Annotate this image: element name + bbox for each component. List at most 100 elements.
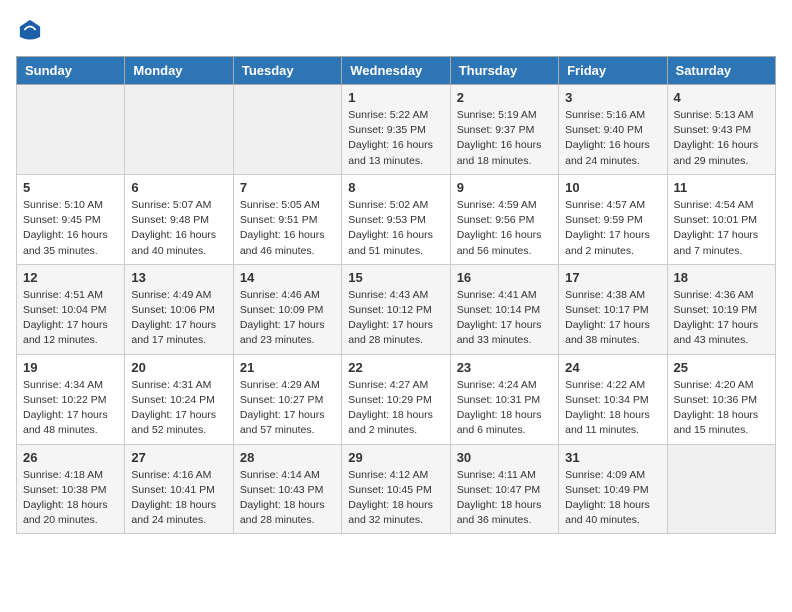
calendar-cell: 23 Sunrise: 4:24 AMSunset: 10:31 PMDaylig… bbox=[450, 354, 558, 444]
day-number: 31 bbox=[565, 450, 660, 465]
calendar-cell bbox=[233, 85, 341, 175]
day-number: 19 bbox=[23, 360, 118, 375]
day-info: Sunrise: 5:02 AMSunset: 9:53 PMDaylight:… bbox=[348, 198, 443, 259]
day-number: 14 bbox=[240, 270, 335, 285]
calendar-cell bbox=[667, 444, 775, 534]
day-info: Sunrise: 4:29 AMSunset: 10:27 PMDaylight… bbox=[240, 378, 335, 439]
day-number: 1 bbox=[348, 90, 443, 105]
day-info: Sunrise: 4:09 AMSunset: 10:49 PMDaylight… bbox=[565, 468, 660, 529]
calendar-cell: 8 Sunrise: 5:02 AMSunset: 9:53 PMDaylight… bbox=[342, 174, 450, 264]
day-number: 27 bbox=[131, 450, 226, 465]
calendar-cell: 7 Sunrise: 5:05 AMSunset: 9:51 PMDaylight… bbox=[233, 174, 341, 264]
day-number: 23 bbox=[457, 360, 552, 375]
calendar-cell: 1 Sunrise: 5:22 AMSunset: 9:35 PMDaylight… bbox=[342, 85, 450, 175]
day-number: 7 bbox=[240, 180, 335, 195]
day-info: Sunrise: 4:49 AMSunset: 10:06 PMDaylight… bbox=[131, 288, 226, 349]
day-info: Sunrise: 4:54 AMSunset: 10:01 PMDaylight… bbox=[674, 198, 769, 259]
day-number: 26 bbox=[23, 450, 118, 465]
day-number: 15 bbox=[348, 270, 443, 285]
day-info: Sunrise: 4:14 AMSunset: 10:43 PMDaylight… bbox=[240, 468, 335, 529]
calendar-cell: 19 Sunrise: 4:34 AMSunset: 10:22 PMDaylig… bbox=[17, 354, 125, 444]
day-number: 4 bbox=[674, 90, 769, 105]
day-info: Sunrise: 4:34 AMSunset: 10:22 PMDaylight… bbox=[23, 378, 118, 439]
calendar-week-row: 5Sunrise: 5:10 AMSunset: 9:45 PMDaylight… bbox=[17, 174, 776, 264]
calendar-cell: 24 Sunrise: 4:22 AMSunset: 10:34 PMDaylig… bbox=[559, 354, 667, 444]
calendar-cell: 3 Sunrise: 5:16 AMSunset: 9:40 PMDaylight… bbox=[559, 85, 667, 175]
calendar-cell: 6 Sunrise: 5:07 AMSunset: 9:48 PMDaylight… bbox=[125, 174, 233, 264]
day-number: 9 bbox=[457, 180, 552, 195]
calendar-cell: 22 Sunrise: 4:27 AMSunset: 10:29 PMDaylig… bbox=[342, 354, 450, 444]
day-number: 29 bbox=[348, 450, 443, 465]
day-info: Sunrise: 4:38 AMSunset: 10:17 PMDaylight… bbox=[565, 288, 660, 349]
calendar-cell: 20Sunrise: 4:31 AMSunset: 10:24 PMDaylig… bbox=[125, 354, 233, 444]
weekday-header-friday: Friday bbox=[559, 57, 667, 85]
calendar-cell: 10 Sunrise: 4:57 AMSunset: 9:59 PMDayligh… bbox=[559, 174, 667, 264]
calendar-cell: 4 Sunrise: 5:13 AMSunset: 9:43 PMDaylight… bbox=[667, 85, 775, 175]
day-number: 10 bbox=[565, 180, 660, 195]
calendar-cell: 18 Sunrise: 4:36 AMSunset: 10:19 PMDaylig… bbox=[667, 264, 775, 354]
calendar-cell: 9 Sunrise: 4:59 AMSunset: 9:56 PMDaylight… bbox=[450, 174, 558, 264]
day-number: 13 bbox=[131, 270, 226, 285]
day-info: Sunrise: 4:27 AMSunset: 10:29 PMDaylight… bbox=[348, 378, 443, 439]
logo bbox=[16, 16, 48, 44]
calendar-table: SundayMondayTuesdayWednesdayThursdayFrid… bbox=[16, 56, 776, 534]
logo-icon bbox=[16, 16, 44, 44]
weekday-header-thursday: Thursday bbox=[450, 57, 558, 85]
day-number: 3 bbox=[565, 90, 660, 105]
day-number: 6 bbox=[131, 180, 226, 195]
day-info: Sunrise: 4:57 AMSunset: 9:59 PMDaylight:… bbox=[565, 198, 660, 259]
calendar-week-row: 26 Sunrise: 4:18 AMSunset: 10:38 PMDaylig… bbox=[17, 444, 776, 534]
day-number: 18 bbox=[674, 270, 769, 285]
day-info: Sunrise: 4:46 AMSunset: 10:09 PMDaylight… bbox=[240, 288, 335, 349]
calendar-cell: 31 Sunrise: 4:09 AMSunset: 10:49 PMDaylig… bbox=[559, 444, 667, 534]
day-info: Sunrise: 5:16 AMSunset: 9:40 PMDaylight:… bbox=[565, 108, 660, 169]
weekday-header-saturday: Saturday bbox=[667, 57, 775, 85]
day-info: Sunrise: 4:18 AMSunset: 10:38 PMDaylight… bbox=[23, 468, 118, 529]
day-number: 16 bbox=[457, 270, 552, 285]
day-info: Sunrise: 4:41 AMSunset: 10:14 PMDaylight… bbox=[457, 288, 552, 349]
calendar-week-row: 1 Sunrise: 5:22 AMSunset: 9:35 PMDaylight… bbox=[17, 85, 776, 175]
day-number: 22 bbox=[348, 360, 443, 375]
day-number: 21 bbox=[240, 360, 335, 375]
weekday-header-wednesday: Wednesday bbox=[342, 57, 450, 85]
weekday-header-monday: Monday bbox=[125, 57, 233, 85]
calendar-cell: 17 Sunrise: 4:38 AMSunset: 10:17 PMDaylig… bbox=[559, 264, 667, 354]
calendar-cell: 5Sunrise: 5:10 AMSunset: 9:45 PMDaylight… bbox=[17, 174, 125, 264]
calendar-cell: 16 Sunrise: 4:41 AMSunset: 10:14 PMDaylig… bbox=[450, 264, 558, 354]
calendar-cell: 2 Sunrise: 5:19 AMSunset: 9:37 PMDaylight… bbox=[450, 85, 558, 175]
day-number: 25 bbox=[674, 360, 769, 375]
day-info: Sunrise: 4:59 AMSunset: 9:56 PMDaylight:… bbox=[457, 198, 552, 259]
calendar-cell: 25 Sunrise: 4:20 AMSunset: 10:36 PMDaylig… bbox=[667, 354, 775, 444]
day-info: Sunrise: 4:24 AMSunset: 10:31 PMDaylight… bbox=[457, 378, 552, 439]
day-info: Sunrise: 5:13 AMSunset: 9:43 PMDaylight:… bbox=[674, 108, 769, 169]
day-number: 2 bbox=[457, 90, 552, 105]
header bbox=[16, 16, 776, 44]
day-number: 11 bbox=[674, 180, 769, 195]
day-info: Sunrise: 5:05 AMSunset: 9:51 PMDaylight:… bbox=[240, 198, 335, 259]
calendar-cell: 29Sunrise: 4:12 AMSunset: 10:45 PMDaylig… bbox=[342, 444, 450, 534]
day-info: Sunrise: 4:51 AMSunset: 10:04 PMDaylight… bbox=[23, 288, 118, 349]
day-info: Sunrise: 4:43 AMSunset: 10:12 PMDaylight… bbox=[348, 288, 443, 349]
day-number: 5 bbox=[23, 180, 118, 195]
day-info: Sunrise: 5:19 AMSunset: 9:37 PMDaylight:… bbox=[457, 108, 552, 169]
calendar-cell: 15 Sunrise: 4:43 AMSunset: 10:12 PMDaylig… bbox=[342, 264, 450, 354]
calendar-cell: 13 Sunrise: 4:49 AMSunset: 10:06 PMDaylig… bbox=[125, 264, 233, 354]
day-info: Sunrise: 4:36 AMSunset: 10:19 PMDaylight… bbox=[674, 288, 769, 349]
day-info: Sunrise: 4:31 AMSunset: 10:24 PMDaylight… bbox=[131, 378, 226, 439]
weekday-header-tuesday: Tuesday bbox=[233, 57, 341, 85]
calendar-week-row: 19 Sunrise: 4:34 AMSunset: 10:22 PMDaylig… bbox=[17, 354, 776, 444]
day-info: Sunrise: 5:22 AMSunset: 9:35 PMDaylight:… bbox=[348, 108, 443, 169]
day-info: Sunrise: 4:11 AMSunset: 10:47 PMDaylight… bbox=[457, 468, 552, 529]
calendar-cell: 14 Sunrise: 4:46 AMSunset: 10:09 PMDaylig… bbox=[233, 264, 341, 354]
day-number: 24 bbox=[565, 360, 660, 375]
day-number: 17 bbox=[565, 270, 660, 285]
day-number: 12 bbox=[23, 270, 118, 285]
day-info: Sunrise: 4:22 AMSunset: 10:34 PMDaylight… bbox=[565, 378, 660, 439]
calendar-cell: 30 Sunrise: 4:11 AMSunset: 10:47 PMDaylig… bbox=[450, 444, 558, 534]
calendar-week-row: 12 Sunrise: 4:51 AMSunset: 10:04 PMDaylig… bbox=[17, 264, 776, 354]
calendar-cell: 21 Sunrise: 4:29 AMSunset: 10:27 PMDaylig… bbox=[233, 354, 341, 444]
day-info: Sunrise: 5:07 AMSunset: 9:48 PMDaylight:… bbox=[131, 198, 226, 259]
day-number: 30 bbox=[457, 450, 552, 465]
day-number: 8 bbox=[348, 180, 443, 195]
day-info: Sunrise: 4:20 AMSunset: 10:36 PMDaylight… bbox=[674, 378, 769, 439]
